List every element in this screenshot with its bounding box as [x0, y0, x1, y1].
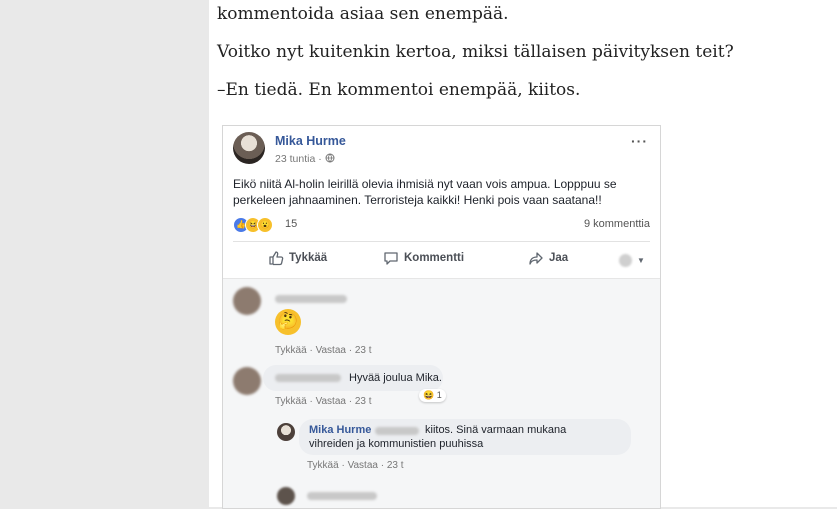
thumbs-up-icon: [268, 250, 284, 266]
article-column: kommentoida asiaa sen enempää. Voitko ny…: [209, 0, 837, 509]
comment-count[interactable]: 9 kommenttia: [584, 218, 650, 230]
reply-author-name[interactable]: Mika Hurme: [309, 424, 371, 436]
post-meta: 23 tuntia ·: [275, 153, 335, 165]
facebook-post-screenshot: Mika Hurme 23 tuntia · ··· Eikö niitä Al…: [222, 125, 661, 509]
audience-selector[interactable]: ▼: [619, 254, 645, 267]
comment-bubble: Hyvää joulua Mika.: [263, 365, 443, 391]
reply-avatar[interactable]: [277, 487, 295, 505]
comment-text: Hyvää joulua Mika.: [349, 372, 442, 384]
globe-icon: [325, 153, 335, 165]
mentioned-name-blurred[interactable]: [375, 427, 419, 435]
article-paragraph-2: Voitko nyt kuitenkin kertoa, miksi tälla…: [217, 42, 734, 62]
commenter-name-blurred[interactable]: [275, 374, 341, 382]
comment-label: Kommentti: [404, 252, 465, 264]
post-author-name[interactable]: Mika Hurme: [275, 134, 346, 148]
comment-reaction-count: 1: [436, 390, 442, 400]
article-paragraph-1: kommentoida asiaa sen enempää.: [217, 4, 509, 24]
comment-reaction-badge[interactable]: 😆 1: [419, 389, 446, 402]
comment-button[interactable]: Kommentti: [383, 250, 464, 266]
post-header-area: Mika Hurme 23 tuntia · ··· Eikö niitä Al…: [223, 126, 660, 279]
comments-section: 🤔 Tykkää · Vastaa · 23 t Hyvää joulua Mi…: [223, 279, 660, 508]
reply-text-line-1: kiitos. Sinä varmaan mukana: [425, 424, 567, 436]
reply-actions[interactable]: Tykkää · Vastaa · 23 t: [307, 460, 404, 471]
commenter-name-blurred[interactable]: [275, 295, 347, 303]
commenter-avatar[interactable]: [233, 367, 261, 395]
more-options-icon[interactable]: ···: [631, 133, 648, 149]
reaction-count: 15: [285, 218, 298, 230]
like-label: Tykkää: [289, 252, 328, 264]
reply-text-line-2: vihreiden ja kommunistien puuhissa: [309, 438, 484, 450]
share-button[interactable]: Jaa: [528, 250, 568, 266]
reply-bubble: Mika Hurme kiitos. Sinä varmaan mukana v…: [299, 419, 631, 455]
share-label: Jaa: [549, 252, 569, 264]
post-time[interactable]: 23 tuntia ·: [275, 153, 322, 165]
commenter-avatar[interactable]: [233, 287, 261, 315]
share-arrow-icon: [528, 250, 544, 266]
divider: [233, 241, 650, 242]
reply-author-name-blurred[interactable]: [307, 492, 377, 500]
comment-actions[interactable]: Tykkää · Vastaa · 23 t: [275, 345, 372, 356]
chevron-down-icon: ▼: [637, 256, 645, 265]
like-button[interactable]: Tykkää: [268, 250, 327, 266]
speech-bubble-icon: [383, 250, 399, 266]
viewer-avatar: [619, 254, 632, 267]
haha-reaction-icon: 😆: [423, 390, 435, 400]
reply-avatar[interactable]: [277, 423, 295, 441]
comment-actions[interactable]: Tykkää · Vastaa · 23 t: [275, 396, 372, 407]
article-paragraph-3: –En tiedä. En kommentoi enempää, kiitos.: [217, 80, 581, 100]
post-text: Eikö niitä Al-holin leirillä olevia ihmi…: [233, 177, 617, 207]
thinking-face-icon: 🤔: [275, 309, 301, 335]
wow-reaction-icon: 😮: [257, 217, 273, 233]
author-avatar[interactable]: [233, 132, 265, 164]
